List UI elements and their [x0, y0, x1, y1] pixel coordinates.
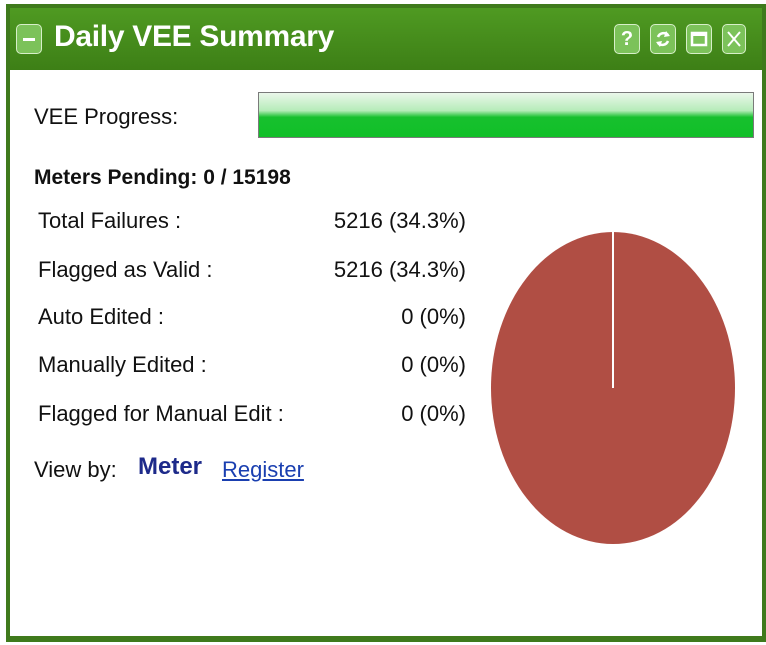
title-bar: Daily VEE Summary ? — [10, 8, 762, 70]
progress-label: VEE Progress: — [34, 104, 179, 129]
maximize-icon — [690, 31, 708, 47]
vee-summary-widget: Daily VEE Summary ? VEE Progress: Meters… — [6, 4, 766, 642]
help-icon: ? — [620, 28, 634, 50]
close-icon — [727, 31, 741, 47]
view-by-register-link[interactable]: Register — [222, 457, 304, 483]
view-by-label: View by: — [34, 457, 117, 482]
minus-icon — [23, 38, 35, 41]
refresh-icon — [656, 31, 670, 47]
help-button[interactable]: ? — [614, 24, 640, 54]
collapse-button[interactable] — [16, 24, 42, 54]
view-by-meter: Meter — [138, 453, 203, 480]
stat-value-auto-edited: 0 (0%) — [401, 304, 466, 329]
meters-pending: Meters Pending: 0 / 15198 — [34, 166, 291, 189]
stat-value-manually-edited: 0 (0%) — [401, 352, 466, 377]
stat-label-total-failures: Total Failures : — [38, 208, 182, 233]
progress-fill — [259, 93, 753, 137]
widget-title: Daily VEE Summary — [54, 20, 335, 53]
refresh-button[interactable] — [650, 24, 676, 54]
close-button[interactable] — [722, 24, 746, 54]
progress-bar — [258, 92, 754, 138]
stat-value-flagged-manual-edit: 0 (0%) — [401, 401, 466, 426]
stat-value-flagged-valid: 5216 (34.3%) — [333, 257, 466, 282]
failures-pie-chart — [491, 232, 735, 544]
stat-label-auto-edited: Auto Edited : — [38, 304, 164, 329]
stat-label-flagged-manual-edit: Flagged for Manual Edit : — [38, 401, 284, 426]
stat-value-total-failures: 5216 (34.3%) — [333, 208, 466, 233]
maximize-button[interactable] — [686, 24, 712, 54]
stat-label-manually-edited: Manually Edited : — [38, 352, 207, 377]
stat-label-flagged-valid: Flagged as Valid : — [38, 257, 213, 282]
